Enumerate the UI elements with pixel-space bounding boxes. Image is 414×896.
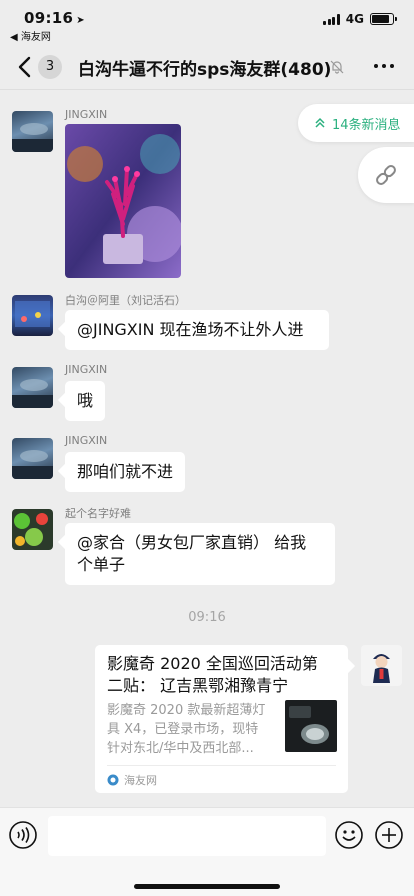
link-card-desc-line: 针对东北/华中及西北部...	[107, 741, 254, 756]
link-card-source: 海友网	[107, 772, 157, 788]
status-bar: 09:16 ➤ ◀ 海友网 4G	[0, 0, 414, 44]
sender-name: JINGXIN	[65, 108, 108, 121]
message-bubble[interactable]: @家合（男女包厂家直销） 给我 个单子	[65, 523, 335, 585]
location-arrow-icon: ➤	[76, 15, 85, 26]
chat-title: 白沟牛逼不行的sps海友群(480)	[78, 60, 332, 80]
link-card[interactable]: 影魔奇 2020 全国巡回活动第 二贴： 辽吉黑鄂湘豫青宁 影魔奇 2020 款…	[95, 645, 348, 793]
new-messages-label: 14条新消息	[332, 117, 401, 133]
message-timestamp: 09:16	[188, 610, 226, 625]
link-card-thumbnail	[285, 700, 337, 752]
sender-name: JINGXIN	[65, 363, 108, 376]
chat-header: 3 白沟牛逼不行的sps海友群(480)	[0, 44, 414, 90]
plus-icon[interactable]	[374, 820, 404, 850]
emoji-icon[interactable]	[334, 820, 364, 850]
coral-photo	[65, 124, 181, 278]
new-messages-button[interactable]: 14条新消息	[298, 104, 414, 142]
link-card-title-line: 二贴： 辽吉黑鄂湘豫青宁	[107, 676, 289, 695]
link-card-desc-line: 影魔奇 2020 款最新超薄灯	[107, 703, 266, 718]
message-bubble[interactable]: @JINGXIN 现在渔场不让外人进	[65, 310, 329, 350]
message-bubble[interactable]: 哦	[65, 381, 106, 421]
message-input[interactable]	[48, 816, 326, 856]
input-bar	[0, 807, 414, 896]
unread-count-badge[interactable]: 3	[38, 55, 62, 79]
link-card-desc-line: 具 X4，已登录市场，现特	[107, 722, 259, 737]
link-card-source-name: 海友网	[124, 774, 157, 787]
muted-bell-icon	[330, 60, 344, 74]
message-bubble[interactable]: 那咱们就不进	[65, 452, 186, 492]
signal-icon	[323, 13, 340, 25]
sender-name: 白沟＠阿里（刘记活石）	[65, 294, 186, 307]
status-time-text: 09:16	[24, 9, 74, 27]
link-button[interactable]	[358, 147, 414, 203]
link-card-title-line: 影魔奇 2020 全国巡回活动第	[107, 654, 318, 673]
link-icon	[376, 165, 396, 185]
home-indicator[interactable]	[134, 884, 280, 889]
link-card-description: 影魔奇 2020 款最新超薄灯 具 X4，已登录市场，现特 针对东北/华中及西北…	[107, 701, 283, 758]
voice-icon[interactable]	[8, 820, 38, 850]
coral-photo-message[interactable]	[65, 124, 181, 278]
back-chevron-icon[interactable]	[14, 52, 36, 82]
link-card-title: 影魔奇 2020 全国巡回活动第 二贴： 辽吉黑鄂湘豫青宁	[107, 653, 339, 697]
network-type: 4G	[345, 12, 364, 26]
battery-icon	[370, 13, 397, 25]
avatar[interactable]	[12, 509, 53, 550]
avatar[interactable]	[12, 295, 53, 336]
avatar[interactable]	[12, 438, 53, 479]
message-text-line: 个单子	[77, 555, 126, 574]
source-logo-icon	[107, 774, 119, 786]
status-indicators: 4G	[323, 12, 397, 26]
status-time: 09:16 ➤	[24, 9, 85, 27]
message-text-line: @家合（男女包厂家直销） 给我	[77, 533, 307, 552]
avatar[interactable]	[12, 111, 53, 152]
double-chevron-up-icon	[315, 117, 325, 128]
link-card-divider	[107, 765, 336, 766]
avatar[interactable]	[12, 367, 53, 408]
my-avatar[interactable]	[361, 645, 402, 686]
chat-message-list[interactable]: JINGXIN 白沟＠阿里（刘记活石） @JINGXIN 现在渔场不让外人进 J…	[0, 91, 414, 807]
sender-name: 起个名字好难	[65, 507, 131, 520]
more-options-icon[interactable]	[374, 64, 394, 68]
back-to-app-link[interactable]: ◀ 海友网	[10, 28, 51, 43]
sender-name: JINGXIN	[65, 434, 108, 447]
